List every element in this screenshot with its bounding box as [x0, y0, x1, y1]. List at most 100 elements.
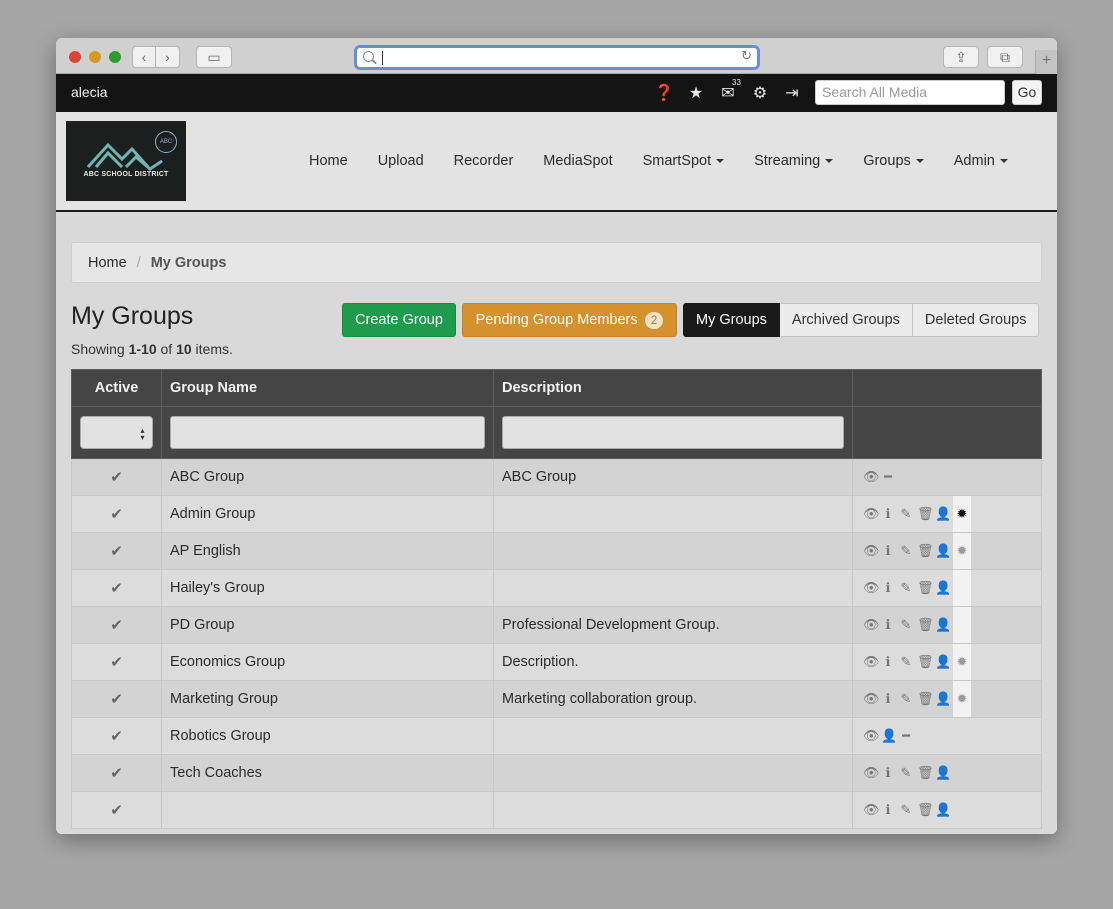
new-tab-button[interactable]: + — [1035, 50, 1057, 74]
nav-item-upload[interactable]: Upload — [378, 153, 424, 169]
gear-icon[interactable]: ⚙ — [744, 83, 776, 103]
username[interactable]: alecia — [71, 84, 108, 100]
forward-button[interactable]: › — [156, 46, 180, 68]
col-description-header[interactable]: Description — [493, 369, 853, 407]
pencil-icon[interactable]: ✎ — [899, 654, 913, 670]
eye-icon[interactable]: 👁 — [863, 802, 880, 818]
address-bar[interactable]: ↻ — [354, 45, 760, 70]
tab-archived-groups[interactable]: Archived Groups — [779, 303, 913, 337]
browser-window: ‹ › ▭ ↻ ⇪ ⧉ + alecia ❓ ★ ✉ 33 ⚙ ⇥ Search … — [56, 38, 1057, 834]
eye-icon[interactable]: 👁 — [863, 765, 880, 781]
user-icon[interactable]: 👤 — [935, 765, 951, 781]
eye-icon[interactable]: 👁 — [863, 506, 880, 522]
info-icon[interactable]: ℹ — [881, 506, 895, 522]
trash-icon[interactable]: 🗑 — [917, 543, 934, 559]
col-name-header[interactable]: Group Name — [161, 369, 494, 407]
info-icon[interactable]: ℹ — [881, 543, 895, 559]
user-icon[interactable]: 👤 — [935, 617, 951, 633]
actions-cell: 👁 👤 ━ — [852, 717, 1042, 755]
logout-icon[interactable]: ⇥ — [776, 83, 808, 103]
user-icon[interactable]: 👤 — [935, 654, 951, 670]
star-icon[interactable]: ★ — [680, 83, 712, 103]
info-icon[interactable]: ℹ — [881, 654, 895, 670]
pending-members-button[interactable]: Pending Group Members 2 — [462, 303, 677, 337]
trash-icon[interactable]: 🗑 — [917, 765, 934, 781]
nav-item-groups[interactable]: Groups — [863, 153, 924, 169]
trash-icon[interactable]: 🗑 — [917, 580, 934, 596]
certificate-icon[interactable] — [953, 570, 971, 606]
trash-icon[interactable]: 🗑 — [917, 654, 934, 670]
tab-my-groups[interactable]: My Groups — [683, 303, 780, 337]
user-icon[interactable]: 👤 — [935, 506, 951, 522]
plus-icon: + — [1041, 52, 1052, 69]
user-icon[interactable]: 👤 — [935, 802, 951, 818]
result-summary: Showing 1-10 of 10 items. — [71, 341, 233, 357]
pencil-icon[interactable]: ✎ — [899, 506, 913, 522]
sidebar-toggle-button[interactable]: ▭ — [196, 46, 232, 68]
maximize-window-button[interactable] — [109, 51, 121, 63]
pencil-icon[interactable]: ✎ — [899, 691, 913, 707]
district-logo[interactable]: ABC ABC SCHOOL DISTRICT — [66, 121, 186, 201]
pencil-icon[interactable]: ✎ — [899, 802, 913, 818]
mail-count-badge: 33 — [732, 78, 741, 87]
description-filter-input[interactable] — [502, 416, 844, 449]
nav-item-streaming[interactable]: Streaming — [754, 153, 834, 169]
create-group-button[interactable]: Create Group — [342, 303, 456, 337]
active-checkmark: ✔ — [71, 495, 162, 533]
info-icon[interactable]: ℹ — [881, 802, 895, 818]
info-icon[interactable]: ℹ — [881, 765, 895, 781]
trash-icon[interactable]: 🗑 — [917, 617, 934, 633]
pencil-icon[interactable]: ✎ — [899, 617, 913, 633]
info-icon[interactable]: ℹ — [881, 617, 895, 633]
minus-icon[interactable]: ━ — [899, 728, 913, 744]
actions-cell: 👁 ℹ ✎ 🗑 👤 ✹ — [852, 495, 1042, 533]
reload-icon[interactable]: ↻ — [741, 48, 752, 64]
info-icon[interactable]: ℹ — [881, 691, 895, 707]
trash-icon[interactable]: 🗑 — [917, 506, 934, 522]
user-icon[interactable]: 👤 — [935, 691, 951, 707]
user-icon[interactable]: 👤 — [935, 580, 951, 596]
table-row: ✔ 👁 ℹ ✎ 🗑 👤 — [71, 791, 1042, 829]
certificate-icon[interactable]: ✹ — [953, 533, 971, 569]
back-button[interactable]: ‹ — [132, 46, 156, 68]
active-filter-select[interactable] — [80, 416, 153, 449]
search-go-button[interactable]: Go — [1012, 80, 1042, 105]
col-active-header[interactable]: Active — [71, 369, 162, 407]
certificate-icon[interactable]: ✹ — [953, 681, 971, 717]
share-button[interactable]: ⇪ — [943, 46, 979, 68]
certificate-icon[interactable] — [953, 607, 971, 643]
help-icon[interactable]: ❓ — [648, 83, 680, 103]
nav-item-mediaspot[interactable]: MediaSpot — [543, 153, 612, 169]
nav-item-label: Home — [309, 153, 348, 169]
eye-icon[interactable]: 👁 — [863, 728, 880, 744]
nav-item-smartspot[interactable]: SmartSpot — [643, 153, 725, 169]
close-window-button[interactable] — [69, 51, 81, 63]
name-filter-input[interactable] — [170, 416, 485, 449]
user-icon[interactable]: 👤 — [881, 728, 897, 744]
minus-icon[interactable]: ━ — [881, 469, 895, 485]
search-media-input[interactable]: Search All Media — [815, 80, 1005, 105]
eye-icon[interactable]: 👁 — [863, 469, 880, 485]
tab-deleted-groups[interactable]: Deleted Groups — [912, 303, 1040, 337]
nav-item-admin[interactable]: Admin — [954, 153, 1008, 169]
trash-icon[interactable]: 🗑 — [917, 802, 934, 818]
tab-overview-button[interactable]: ⧉ — [987, 46, 1023, 68]
trash-icon[interactable]: 🗑 — [917, 691, 934, 707]
user-icon[interactable]: 👤 — [935, 543, 951, 559]
certificate-icon[interactable]: ✹ — [953, 496, 971, 532]
breadcrumb-home-link[interactable]: Home — [88, 255, 127, 271]
eye-icon[interactable]: 👁 — [863, 580, 880, 596]
eye-icon[interactable]: 👁 — [863, 543, 880, 559]
pencil-icon[interactable]: ✎ — [899, 580, 913, 596]
eye-icon[interactable]: 👁 — [863, 617, 880, 633]
info-icon[interactable]: ℹ — [881, 580, 895, 596]
minimize-window-button[interactable] — [89, 51, 101, 63]
eye-icon[interactable]: 👁 — [863, 654, 880, 670]
pencil-icon[interactable]: ✎ — [899, 543, 913, 559]
pencil-icon[interactable]: ✎ — [899, 765, 913, 781]
certificate-icon[interactable]: ✹ — [953, 644, 971, 680]
mail-icon[interactable]: ✉ 33 — [712, 78, 744, 103]
nav-item-recorder[interactable]: Recorder — [454, 153, 514, 169]
nav-item-home[interactable]: Home — [309, 153, 348, 169]
eye-icon[interactable]: 👁 — [863, 691, 880, 707]
